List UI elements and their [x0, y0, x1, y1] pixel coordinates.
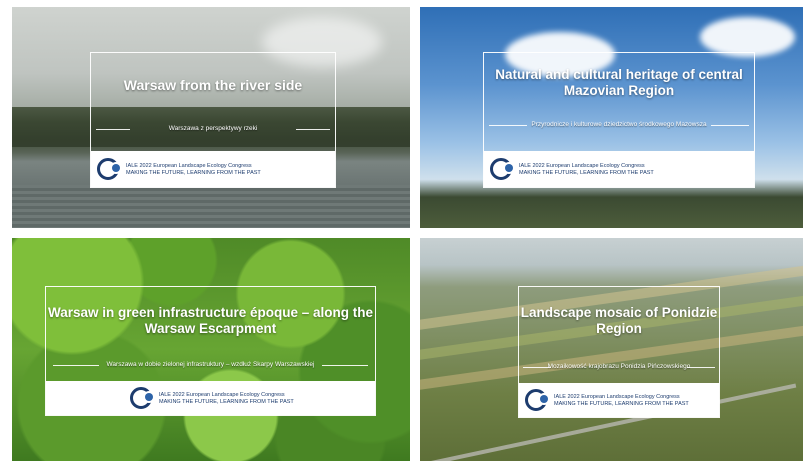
tile-title: Warsaw from the river side [123, 77, 303, 93]
title-card: Warsaw from the river side Warszawa z pe… [90, 52, 336, 188]
congress-motto: MAKING THE FUTURE, LEARNING FROM THE PAS… [554, 400, 689, 407]
congress-name: IALE 2022 European Landscape Ecology Con… [519, 162, 645, 169]
congress-panel: IALE 2022 European Landscape Ecology Con… [484, 151, 754, 187]
iale-logo-icon [525, 389, 548, 411]
tile-title: Natural and cultural heritage of central… [495, 67, 743, 98]
congress-motto: MAKING THE FUTURE, LEARNING FROM THE PAS… [126, 169, 261, 176]
congress-name: IALE 2022 European Landscape Ecology Con… [126, 162, 252, 169]
video-thumbnail-ponidzie[interactable]: Landscape mosaic of Ponidzie Region Moza… [420, 238, 803, 461]
tile-title: Landscape mosaic of Ponidzie Region [520, 305, 718, 336]
tile-subtitle: Warszawa z perspektywy rzeki [91, 125, 335, 132]
cloud-shape [700, 17, 795, 57]
tile-title: Warsaw in green infrastructure époque – … [47, 305, 374, 336]
congress-panel: IALE 2022 European Landscape Ecology Con… [91, 151, 335, 187]
tile-subtitle: Przyrodnicze i kulturowe dziedzictwo śro… [484, 121, 754, 128]
iale-logo-icon [130, 387, 153, 409]
congress-name: IALE 2022 European Landscape Ecology Con… [554, 393, 680, 400]
congress-panel: IALE 2022 European Landscape Ecology Con… [46, 381, 375, 415]
congress-name: IALE 2022 European Landscape Ecology Con… [159, 391, 285, 398]
video-thumbnail-warsaw-river[interactable]: Warsaw from the river side Warszawa z pe… [12, 7, 410, 228]
title-card: Natural and cultural heritage of central… [483, 52, 755, 188]
iale-logo-icon [490, 158, 513, 180]
river-water-shape [12, 185, 410, 228]
video-thumbnail-mazovian-heritage[interactable]: Natural and cultural heritage of central… [420, 7, 803, 228]
congress-panel: IALE 2022 European Landscape Ecology Con… [519, 383, 719, 417]
title-card: Warsaw in green infrastructure époque – … [45, 286, 376, 416]
tile-subtitle: Warszawa w dobie zielonej infrastruktury… [46, 361, 375, 368]
congress-motto: MAKING THE FUTURE, LEARNING FROM THE PAS… [519, 169, 654, 176]
title-card: Landscape mosaic of Ponidzie Region Moza… [518, 286, 720, 418]
congress-motto: MAKING THE FUTURE, LEARNING FROM THE PAS… [159, 398, 294, 405]
iale-logo-icon [97, 158, 120, 180]
video-thumbnail-warsaw-escarpment[interactable]: Warsaw in green infrastructure époque – … [12, 238, 410, 461]
tile-subtitle: Mozaikowość krajobrazu Ponidzia Pińczows… [519, 363, 719, 370]
